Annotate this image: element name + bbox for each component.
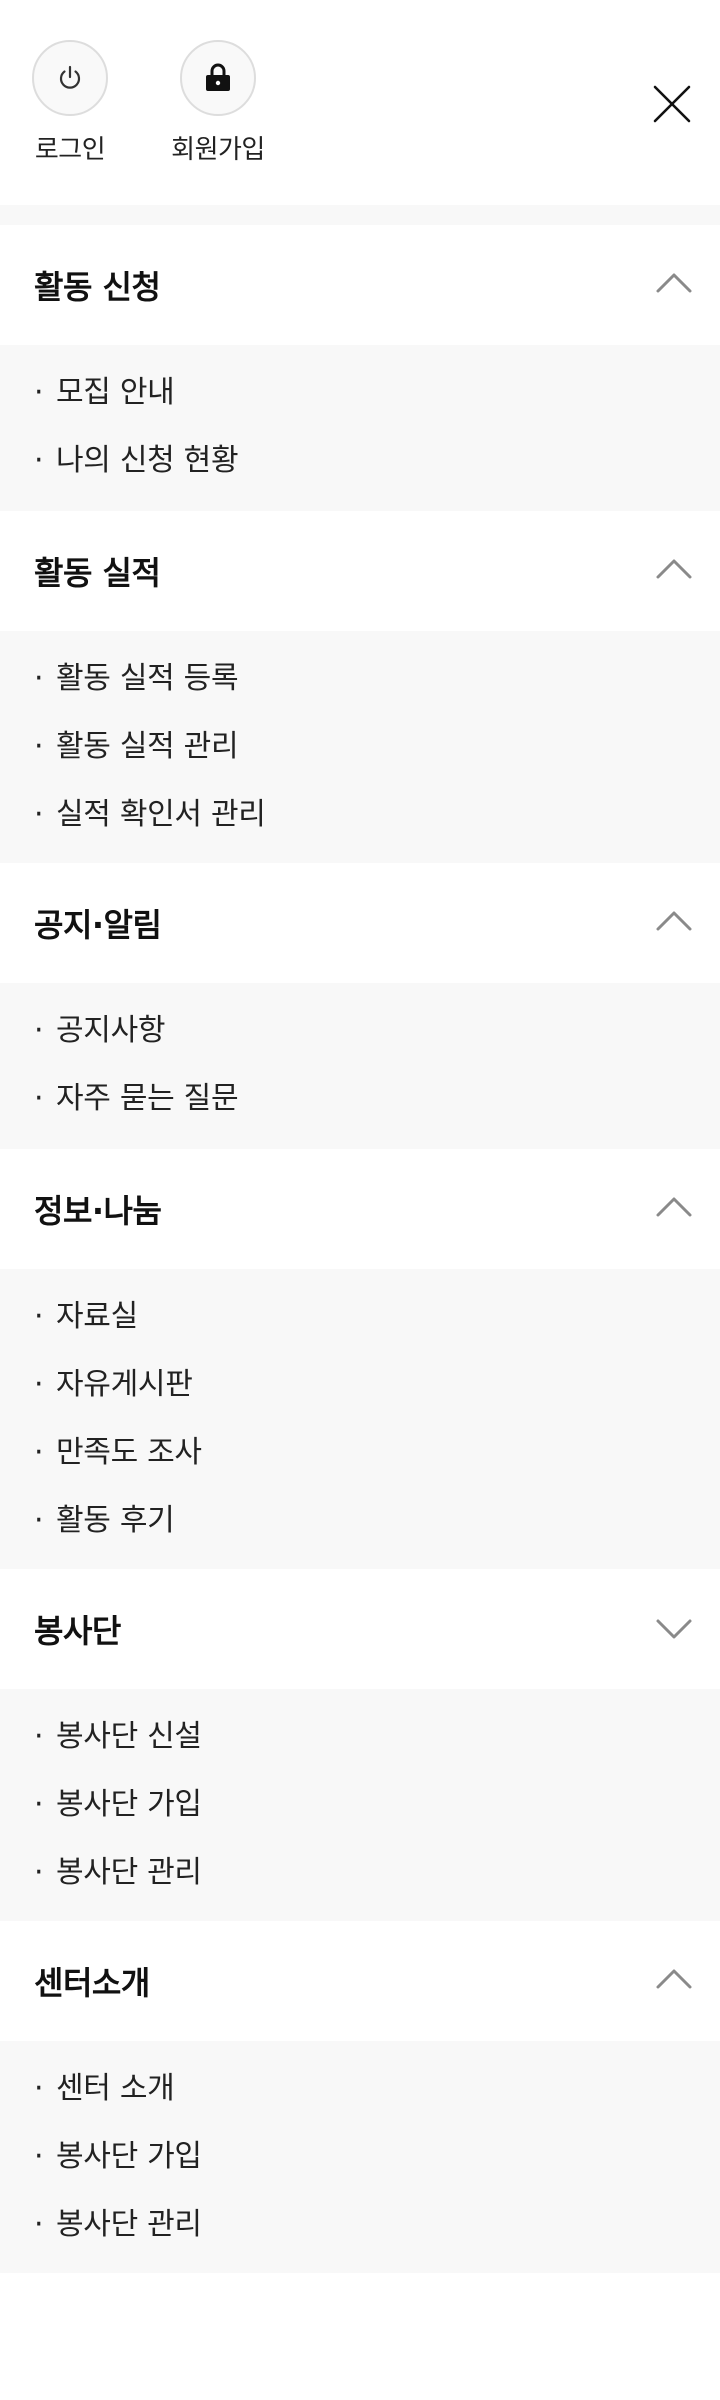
bullet-dot: ·: [34, 729, 44, 764]
bullet-dot: ·: [34, 661, 44, 696]
menu-section-title: 센터소개: [34, 1964, 150, 2002]
bullet-dot: ·: [34, 1855, 44, 1890]
bullet-dot: ·: [34, 2207, 44, 2242]
chevron-up-icon[interactable]: [654, 551, 694, 591]
bullet-dot: ·: [34, 1787, 44, 1822]
submenu-item[interactable]: · 자주 묻는 질문: [0, 1065, 720, 1133]
submenu-item[interactable]: · 만족도 조사: [0, 1419, 720, 1487]
bullet-dot: ·: [34, 797, 44, 832]
chevron-down-icon[interactable]: [654, 1609, 694, 1649]
submenu-item-label: 모집 안내: [56, 375, 175, 410]
menu-header: 로그인 회원가입: [0, 0, 720, 205]
login-button[interactable]: 로그인: [24, 40, 116, 166]
menu-section-body: · 활동 실적 등록 · 활동 실적 관리 · 실적 확인서 관리: [0, 631, 720, 863]
chevron-up-icon[interactable]: [654, 1189, 694, 1229]
submenu-item-label: 활동 실적 등록: [56, 661, 239, 696]
submenu-item-label: 봉사단 관리: [56, 1855, 202, 1890]
signup-label: 회원가입: [171, 135, 265, 165]
submenu-item[interactable]: · 봉사단 가입: [0, 2123, 720, 2191]
submenu-item[interactable]: · 나의 신청 현황: [0, 427, 720, 495]
bullet-dot: ·: [34, 1435, 44, 1470]
submenu-item-label: 봉사단 가입: [56, 1787, 202, 1822]
menu-section-title: 공지·알림: [34, 906, 162, 944]
menu-section-title: 활동 실적: [34, 554, 161, 592]
close-icon[interactable]: [644, 76, 700, 132]
bullet-dot: ·: [34, 2071, 44, 2106]
submenu-item[interactable]: · 활동 실적 관리: [0, 713, 720, 781]
submenu-item-label: 자료실: [56, 1299, 138, 1334]
submenu-item-label: 봉사단 관리: [56, 2207, 202, 2242]
bullet-dot: ·: [34, 1719, 44, 1754]
menu-section-body: · 공지사항 · 자주 묻는 질문: [0, 983, 720, 1149]
side-menu: 활동 신청 · 모집 안내 · 나의 신청 현황활동 실적 · 활동 실적 등록 · 활동 실적…: [0, 225, 720, 2273]
power-icon: [32, 40, 108, 116]
submenu-item-label: 나의 신청 현황: [56, 443, 239, 478]
lock-icon: [180, 40, 256, 116]
chevron-up-icon[interactable]: [654, 265, 694, 305]
bullet-dot: ·: [34, 443, 44, 478]
menu-section-header[interactable]: 정보·나눔: [0, 1149, 720, 1269]
menu-section-header[interactable]: 공지·알림: [0, 863, 720, 983]
menu-section-body: · 봉사단 신설 · 봉사단 가입 · 봉사단 관리: [0, 1689, 720, 1921]
submenu-item[interactable]: · 모집 안내: [0, 359, 720, 427]
submenu-item-label: 공지사항: [56, 1013, 166, 1048]
submenu-item-label: 자유게시판: [56, 1367, 193, 1402]
submenu-item-label: 센터 소개: [56, 2071, 175, 2106]
menu-section-title: 활동 신청: [34, 268, 161, 306]
submenu-item-label: 활동 후기: [56, 1503, 175, 1538]
submenu-item[interactable]: · 활동 후기: [0, 1487, 720, 1555]
menu-section-body: · 센터 소개 · 봉사단 가입 · 봉사단 관리: [0, 2041, 720, 2273]
login-label: 로그인: [34, 135, 106, 165]
bullet-dot: ·: [34, 375, 44, 410]
menu-section-header[interactable]: 봉사단: [0, 1569, 720, 1689]
submenu-item[interactable]: · 봉사단 관리: [0, 1839, 720, 1907]
menu-section-body: · 자료실 · 자유게시판 · 만족도 조사 · 활동 후기: [0, 1269, 720, 1569]
submenu-item[interactable]: · 공지사항: [0, 997, 720, 1065]
bullet-dot: ·: [34, 1081, 44, 1116]
submenu-item-label: 활동 실적 관리: [56, 729, 239, 764]
submenu-item[interactable]: · 실적 확인서 관리: [0, 781, 720, 849]
menu-section-header[interactable]: 활동 실적: [0, 511, 720, 631]
chevron-up-icon[interactable]: [654, 903, 694, 943]
chevron-up-icon[interactable]: [654, 1961, 694, 2001]
header-divider: [0, 205, 720, 225]
menu-section-title: 봉사단: [34, 1612, 121, 1650]
submenu-item-label: 자주 묻는 질문: [56, 1081, 239, 1116]
submenu-item[interactable]: · 봉사단 가입: [0, 1771, 720, 1839]
bullet-dot: ·: [34, 1503, 44, 1538]
menu-section-header[interactable]: 센터소개: [0, 1921, 720, 2041]
submenu-item[interactable]: · 센터 소개: [0, 2055, 720, 2123]
submenu-item[interactable]: · 봉사단 신설: [0, 1703, 720, 1771]
menu-section-body: · 모집 안내 · 나의 신청 현황: [0, 345, 720, 511]
bullet-dot: ·: [34, 2139, 44, 2174]
menu-section-header[interactable]: 활동 신청: [0, 225, 720, 345]
submenu-item[interactable]: · 자료실: [0, 1283, 720, 1351]
signup-button[interactable]: 회원가입: [160, 40, 276, 166]
menu-section-title: 정보·나눔: [34, 1192, 162, 1230]
submenu-item-label: 봉사단 신설: [56, 1719, 202, 1754]
submenu-item[interactable]: · 자유게시판: [0, 1351, 720, 1419]
submenu-item-label: 봉사단 가입: [56, 2139, 202, 2174]
bullet-dot: ·: [34, 1367, 44, 1402]
submenu-item-label: 실적 확인서 관리: [56, 797, 266, 832]
submenu-item-label: 만족도 조사: [56, 1435, 202, 1470]
bullet-dot: ·: [34, 1299, 44, 1334]
submenu-item[interactable]: · 활동 실적 등록: [0, 645, 720, 713]
bullet-dot: ·: [34, 1013, 44, 1048]
submenu-item[interactable]: · 봉사단 관리: [0, 2191, 720, 2259]
